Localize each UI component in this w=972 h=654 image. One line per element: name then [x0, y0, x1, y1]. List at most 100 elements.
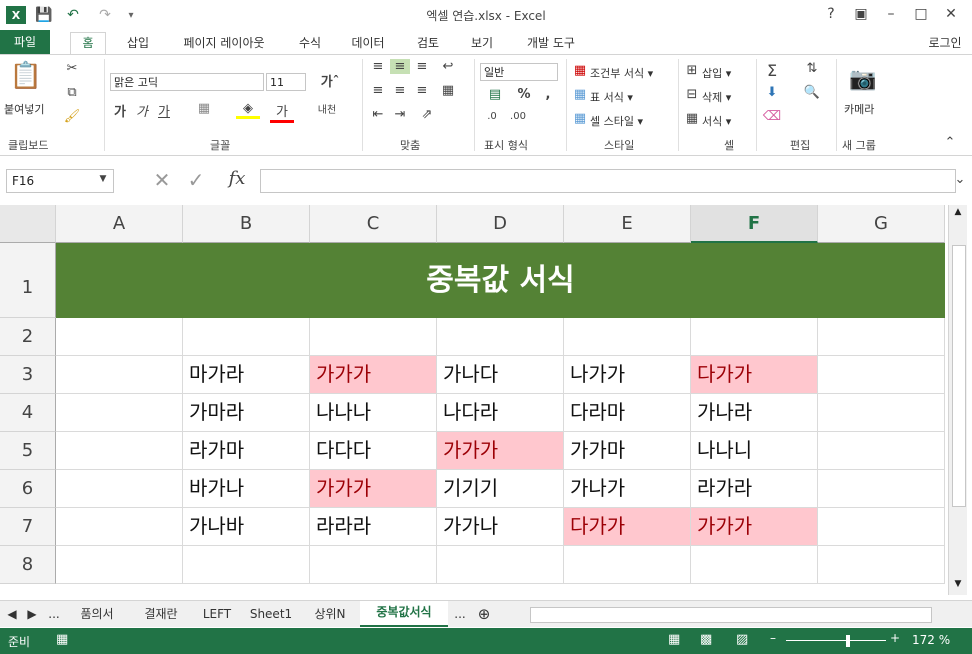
cell-e5[interactable]: 가가마: [564, 432, 691, 470]
cell-b5[interactable]: 라가마: [183, 432, 310, 470]
cell-d5[interactable]: 가가가: [437, 432, 564, 470]
sheet-tab[interactable]: 품의서: [66, 603, 128, 625]
cell-f7[interactable]: 가가가: [691, 508, 818, 546]
cell-b2[interactable]: [183, 318, 310, 356]
bold-icon[interactable]: 가: [110, 101, 130, 120]
sheet-tab[interactable]: Sheet1: [242, 603, 300, 625]
cell-a8[interactable]: [56, 546, 183, 584]
tab-data[interactable]: 데이터: [344, 33, 392, 53]
camera-button[interactable]: 카메라: [844, 101, 874, 117]
cell-d7[interactable]: 가가나: [437, 508, 564, 546]
column-header-a[interactable]: A: [56, 205, 183, 243]
row-header-4[interactable]: 4: [0, 394, 56, 432]
format-cells-button[interactable]: 서식 ▾: [702, 113, 731, 129]
ribbon-display-icon[interactable]: ▣: [850, 4, 872, 24]
horizontal-scrollbar[interactable]: [530, 607, 932, 623]
italic-icon[interactable]: 가: [132, 101, 152, 120]
fill-color-icon[interactable]: ◈: [236, 101, 260, 119]
align-top-icon[interactable]: ≡: [368, 59, 388, 74]
cell-g5[interactable]: [818, 432, 945, 470]
camera-icon[interactable]: 📷: [848, 67, 878, 92]
column-header-b[interactable]: B: [183, 205, 310, 243]
row-header-1[interactable]: 1: [0, 243, 56, 318]
cell-c8[interactable]: [310, 546, 437, 584]
zoom-out-icon[interactable]: –: [770, 631, 776, 645]
tab-home[interactable]: 홈: [70, 32, 106, 56]
number-format-select[interactable]: 일반: [480, 63, 558, 81]
new-sheet-icon[interactable]: ⊕: [474, 603, 494, 625]
sheet-tabs-more-left[interactable]: ...: [44, 603, 64, 625]
expand-formula-bar-icon[interactable]: ⌄: [952, 172, 968, 187]
cell-c3[interactable]: 가가가: [310, 356, 437, 394]
zoom-in-icon[interactable]: +: [890, 631, 900, 645]
cell-g2[interactable]: [818, 318, 945, 356]
cell-a6[interactable]: [56, 470, 183, 508]
cell-a7[interactable]: [56, 508, 183, 546]
phonetic-icon[interactable]: 내천: [312, 101, 342, 116]
align-bottom-icon[interactable]: ≡: [412, 59, 432, 74]
cell-c4[interactable]: 나나나: [310, 394, 437, 432]
name-box-dropdown-icon[interactable]: ▼: [96, 174, 110, 184]
vertical-scrollbar[interactable]: ▲ ▼: [948, 205, 967, 595]
cell-d2[interactable]: [437, 318, 564, 356]
decrease-indent-icon[interactable]: ⇤: [368, 107, 388, 122]
row-header-7[interactable]: 7: [0, 508, 56, 546]
decrease-decimal-icon[interactable]: .00: [506, 111, 530, 122]
cell-b8[interactable]: [183, 546, 310, 584]
enter-icon[interactable]: ✓: [184, 168, 208, 192]
paste-button[interactable]: 붙여넣기: [4, 101, 44, 117]
select-all-corner[interactable]: [0, 205, 56, 243]
cell-g4[interactable]: [818, 394, 945, 432]
cell-f8[interactable]: [691, 546, 818, 584]
zoom-level[interactable]: 172 %: [912, 633, 950, 647]
copy-icon[interactable]: ⧉: [62, 85, 82, 100]
sort-filter-icon[interactable]: ⇅: [800, 61, 824, 76]
insert-cells-button[interactable]: 삽입 ▾: [702, 65, 731, 81]
cell-f2[interactable]: [691, 318, 818, 356]
cell-d4[interactable]: 나다라: [437, 394, 564, 432]
insert-function-icon[interactable]: fx: [222, 168, 252, 189]
cell-g8[interactable]: [818, 546, 945, 584]
cell-a5[interactable]: [56, 432, 183, 470]
borders-icon[interactable]: ▦: [192, 101, 216, 116]
sheet-tab-active[interactable]: 중복값서식: [360, 601, 448, 627]
sign-in-link[interactable]: 로그인: [920, 33, 970, 53]
column-header-c[interactable]: C: [310, 205, 437, 243]
cell-g7[interactable]: [818, 508, 945, 546]
scroll-down-icon[interactable]: ▼: [951, 579, 965, 593]
zoom-slider-thumb[interactable]: [846, 635, 850, 647]
macro-record-icon[interactable]: ▦: [56, 632, 68, 647]
orientation-icon[interactable]: ⇗: [412, 107, 442, 122]
cell-e7[interactable]: 다가가: [564, 508, 691, 546]
tab-developer[interactable]: 개발 도구: [516, 33, 586, 53]
paste-icon[interactable]: 📋: [8, 61, 44, 95]
cell-e3[interactable]: 나가가: [564, 356, 691, 394]
cell-f6[interactable]: 라가라: [691, 470, 818, 508]
cut-icon[interactable]: ✂: [62, 61, 82, 76]
cell-f4[interactable]: 가나라: [691, 394, 818, 432]
cancel-icon[interactable]: ✕: [150, 168, 174, 192]
normal-view-icon[interactable]: ▦: [668, 632, 680, 647]
font-size-select[interactable]: 11: [266, 73, 306, 91]
align-right-icon[interactable]: ≡: [412, 83, 432, 98]
row-header-3[interactable]: 3: [0, 356, 56, 394]
autosum-icon[interactable]: Σ: [762, 61, 782, 80]
row-header-6[interactable]: 6: [0, 470, 56, 508]
delete-cells-button[interactable]: 삭제 ▾: [702, 89, 731, 105]
comma-style-icon[interactable]: ,: [538, 87, 558, 102]
sheet-tabs-more-right[interactable]: ...: [450, 603, 470, 625]
banner-title-cell[interactable]: 중복값 서식: [56, 243, 945, 318]
worksheet-grid[interactable]: ABCDEFG 12345678 마가라 가가가 가나다 나가가 다가가 가마라 나나나 나다…: [0, 205, 948, 595]
help-button[interactable]: ?: [820, 4, 842, 24]
sheet-tab[interactable]: 상위N: [302, 603, 358, 625]
collapse-ribbon-icon[interactable]: ⌃: [940, 135, 960, 150]
column-header-e[interactable]: E: [564, 205, 691, 243]
grow-font-icon[interactable]: 가ˆ: [312, 71, 348, 90]
cell-b3[interactable]: 마가라: [183, 356, 310, 394]
sheet-tab[interactable]: LEFT: [194, 603, 240, 625]
column-header-g[interactable]: G: [818, 205, 945, 243]
zoom-slider[interactable]: [786, 640, 886, 641]
align-left-icon[interactable]: ≡: [368, 83, 388, 98]
close-button[interactable]: ✕: [940, 4, 962, 24]
cell-c2[interactable]: [310, 318, 437, 356]
